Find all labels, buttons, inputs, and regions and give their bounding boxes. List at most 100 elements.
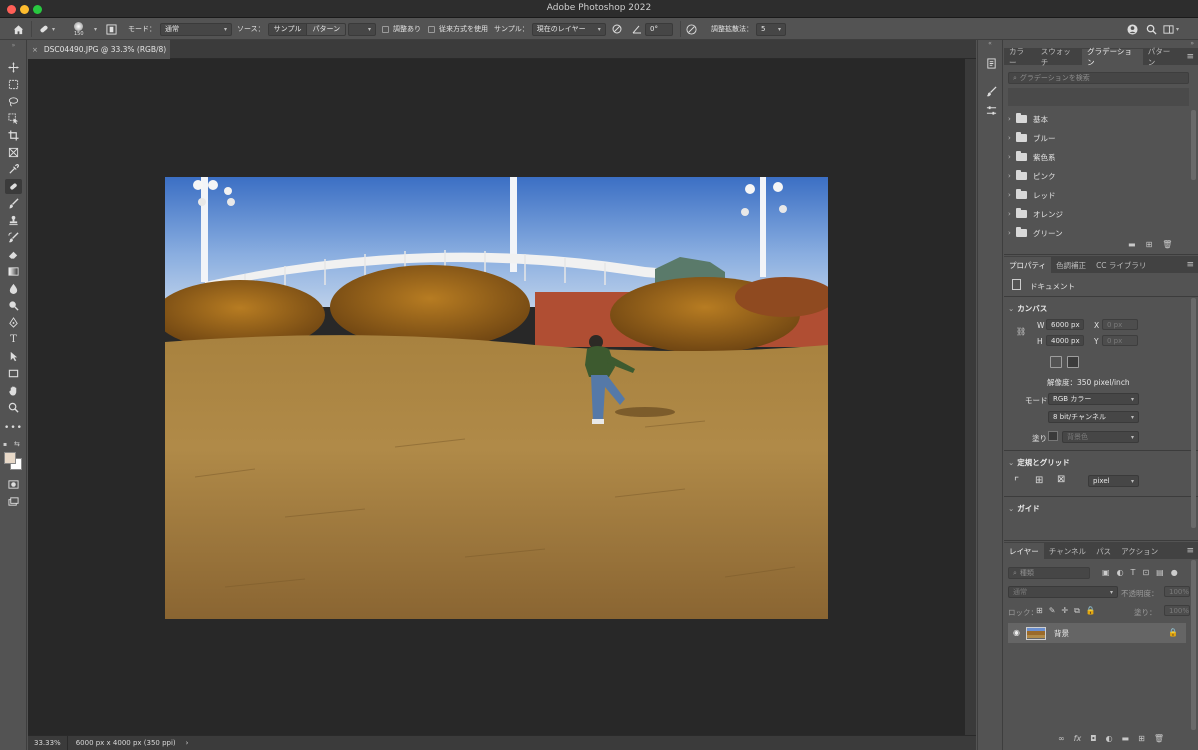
blur-tool-icon[interactable] [5,281,22,296]
workspace-icon[interactable]: ▾ [1163,21,1179,37]
adjustments-icon[interactable] [984,103,998,117]
tab-cc-libraries[interactable]: CC ライブラリ [1091,257,1151,273]
legacy-checkbox[interactable]: 従来方式を使用 [428,21,488,37]
tool-preset-picker[interactable]: ▾ [38,21,55,37]
unit-select[interactable]: pixel ▾ [1088,475,1139,487]
smart-object-filter-icon[interactable]: ▤ [1156,568,1164,577]
history-panel-icon[interactable] [984,56,998,70]
lock-image-icon[interactable]: ✎ [1049,606,1056,616]
opacity-input[interactable]: 100% [1164,586,1190,597]
bit-depth-select[interactable]: 8 bit/チャンネル ▾ [1048,411,1139,423]
fill-swatch[interactable] [1048,431,1058,441]
zoom-level[interactable]: 33.33% [28,736,68,750]
new-group-icon[interactable]: ▬ [1122,734,1130,746]
panel-menu-icon[interactable]: ≡ [1181,257,1198,273]
gradient-scrollbar[interactable] [1191,110,1196,180]
document-image[interactable] [165,177,828,619]
canvas-area[interactable] [28,59,965,735]
tab-adjustments[interactable]: 色調補正 [1051,257,1091,273]
lock-position-icon[interactable]: ✛ [1061,606,1068,616]
lock-transparent-icon[interactable]: ⊞ [1036,606,1043,616]
layers-scrollbar[interactable] [1191,560,1196,730]
quick-mask-icon[interactable] [5,477,22,492]
ruler-icon[interactable]: ⌜ [1014,475,1019,488]
width-input[interactable]: 6000 px [1046,319,1084,330]
gradient-folder[interactable]: › レッド [1008,186,1184,204]
pressure-size-icon[interactable] [686,21,697,37]
new-adjustment-layer-icon[interactable]: ◐ [1106,734,1113,746]
color-mode-select[interactable]: RGB カラー ▾ [1048,393,1139,405]
rectangle-tool-icon[interactable] [5,366,22,381]
visibility-eye-icon[interactable]: ◉ [1013,628,1020,637]
search-icon[interactable] [1146,21,1157,37]
path-selection-tool-icon[interactable] [5,349,22,364]
document-tab[interactable]: × DSC04490.JPG @ 33.3% (RGB/8) [28,40,170,59]
image-filter-icon[interactable]: ▣ [1102,568,1110,577]
portrait-orientation-icon[interactable] [1050,356,1062,368]
object-selection-tool-icon[interactable] [5,111,22,126]
eyedropper-tool-icon[interactable] [5,162,22,177]
chevron-right-icon[interactable]: › [1008,210,1016,218]
mode-select[interactable]: 通常 ▾ [160,22,232,36]
ignore-adjustment-icon[interactable] [612,21,622,37]
tab-patterns[interactable]: パターン [1143,47,1182,67]
brush-size-picker[interactable]: 150 [74,21,84,37]
panel-menu-icon[interactable]: ≡ [1181,49,1198,65]
tab-swatches[interactable]: スウォッチ [1036,47,1082,67]
tab-properties[interactable]: プロパティ [1004,257,1052,273]
aligned-checkbox[interactable]: 調整あり [382,21,421,37]
tab-color[interactable]: カラー [1004,47,1036,67]
shape-filter-icon[interactable]: ⊡ [1142,568,1149,577]
chevron-right-icon[interactable]: › [1008,172,1016,180]
chevron-down-icon[interactable]: ▾ [94,26,97,33]
filter-toggle-icon[interactable]: ● [1171,568,1178,577]
marquee-tool-icon[interactable] [5,77,22,92]
lock-all-icon[interactable]: 🔒 [1086,606,1096,616]
user-icon[interactable] [1127,21,1138,37]
blend-mode-select[interactable]: 通常 ▾ [1008,586,1118,598]
delete-icon[interactable]: 🗑 [1154,734,1164,746]
zoom-tool-icon[interactable] [5,400,22,415]
tab-gradients[interactable]: グラデーション [1082,47,1143,67]
rulers-grids-section-header[interactable]: ⌄ 定規とグリッド [1008,457,1070,468]
type-filter-icon[interactable]: T [1131,568,1136,577]
layer-effects-icon[interactable]: fx [1074,734,1082,746]
lasso-tool-icon[interactable] [5,94,22,109]
default-colors-icon[interactable]: ▪ [3,441,7,448]
layer-mask-icon[interactable]: ◘ [1090,734,1096,746]
frame-tool-icon[interactable] [5,145,22,160]
chevron-right-icon[interactable]: › [1008,115,1016,123]
layer-lock-icon[interactable]: 🔒 [1168,628,1178,637]
source-pattern-button[interactable]: パターン [306,23,345,35]
canvas-vertical-scrollbar[interactable] [965,59,976,735]
fill-select[interactable]: 背景色 ▾ [1062,431,1139,443]
gradient-folder[interactable]: › ピンク [1008,167,1184,185]
close-tab-icon[interactable]: × [32,46,38,54]
gradient-tool-icon[interactable] [5,264,22,279]
chevron-right-icon[interactable]: › [1008,153,1016,161]
gradient-folder[interactable]: › 基本 [1008,110,1184,128]
link-icon[interactable]: ⛓ [1016,327,1026,336]
foreground-color-swatch[interactable] [4,452,16,464]
gradient-folder[interactable]: › グリーン [1008,224,1184,242]
tab-actions[interactable]: アクション [1116,543,1163,559]
grid-icon[interactable]: ⊞ [1035,475,1043,486]
landscape-orientation-icon[interactable] [1067,356,1079,368]
home-icon[interactable] [10,21,26,37]
height-input[interactable]: 4000 px [1046,335,1084,346]
chevron-right-icon[interactable]: › [1008,134,1016,142]
y-input[interactable]: 0 px [1102,335,1138,346]
type-tool-icon[interactable]: T [5,332,22,347]
chevron-right-icon[interactable]: › [1008,191,1016,199]
guides-icon[interactable]: ⊠ [1057,474,1065,485]
more-tools-icon[interactable]: ••• [4,420,22,435]
source-sample-button[interactable]: サンプル [268,23,307,35]
sample-select[interactable]: 現在のレイヤー ▾ [531,22,606,36]
gradient-folder[interactable]: › 紫色系 [1008,148,1184,166]
move-tool-icon[interactable] [5,60,22,75]
dodge-tool-icon[interactable] [5,298,22,313]
new-layer-icon[interactable]: ⊞ [1138,734,1145,746]
history-brush-tool-icon[interactable] [5,230,22,245]
collapse-icon[interactable]: » [5,42,22,49]
stamp-tool-icon[interactable] [5,213,22,228]
